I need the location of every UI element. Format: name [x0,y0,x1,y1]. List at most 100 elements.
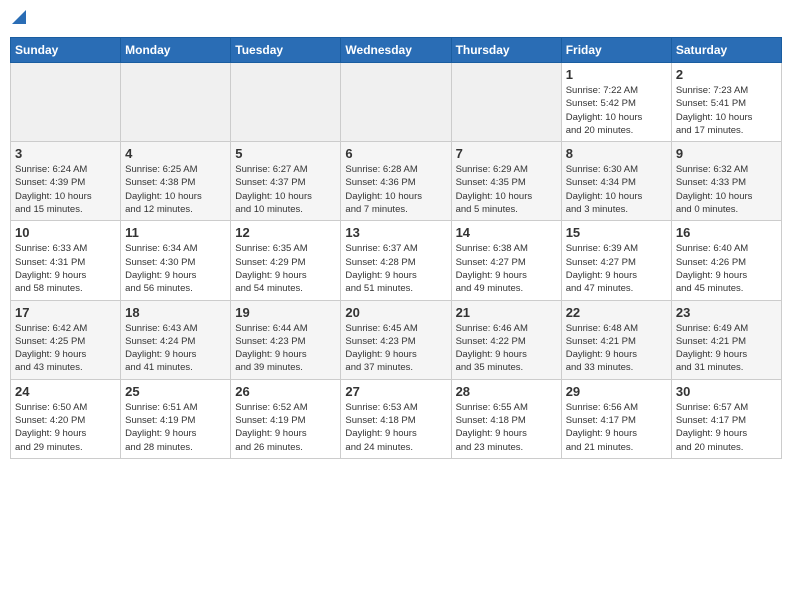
calendar-week-row: 3 Sunrise: 6:24 AM Sunset: 4:39 PM Daylig… [11,142,782,221]
calendar-day-cell: 7 Sunrise: 6:29 AM Sunset: 4:35 PM Daylig… [451,142,561,221]
day-info: Sunrise: 6:50 AM Sunset: 4:20 PM Dayligh… [15,401,116,454]
day-info: Sunrise: 6:34 AM Sunset: 4:30 PM Dayligh… [125,242,226,295]
day-info: Sunrise: 6:43 AM Sunset: 4:24 PM Dayligh… [125,322,226,375]
calendar-day-cell: 22Sunrise: 6:48 AM Sunset: 4:21 PM Dayli… [561,300,671,379]
day-number: 23 [676,305,777,320]
calendar-week-row: 17 Sunrise: 6:42 AM Sunset: 4:25 PM Dayli… [11,300,782,379]
calendar-day-cell: 21Sunrise: 6:46 AM Sunset: 4:22 PM Dayli… [451,300,561,379]
calendar-day-cell [121,63,231,142]
day-info: Sunrise: 6:40 AM Sunset: 4:26 PM Dayligh… [676,242,777,295]
calendar-week-row: 10 Sunrise: 6:33 AM Sunset: 4:31 PM Dayli… [11,221,782,300]
day-number: 10 [15,225,116,240]
day-number: 20 [345,305,446,320]
calendar-day-cell: 10 Sunrise: 6:33 AM Sunset: 4:31 PM Dayli… [11,221,121,300]
weekday-header: Monday [121,38,231,63]
day-number: 14 [456,225,557,240]
day-number: 7 [456,146,557,161]
day-number: 13 [345,225,446,240]
weekday-header: Thursday [451,38,561,63]
calendar-day-cell: 18 Sunrise: 6:43 AM Sunset: 4:24 PM Dayli… [121,300,231,379]
logo-triangle-icon [12,10,26,29]
calendar-day-cell: 25 Sunrise: 6:51 AM Sunset: 4:19 PM Dayli… [121,379,231,458]
day-number: 25 [125,384,226,399]
day-number: 22 [566,305,667,320]
day-number: 4 [125,146,226,161]
calendar-day-cell: 24 Sunrise: 6:50 AM Sunset: 4:20 PM Dayli… [11,379,121,458]
weekday-header: Sunday [11,38,121,63]
calendar-day-cell: 26Sunrise: 6:52 AM Sunset: 4:19 PM Dayli… [231,379,341,458]
calendar-day-cell [341,63,451,142]
calendar-week-row: 24 Sunrise: 6:50 AM Sunset: 4:20 PM Dayli… [11,379,782,458]
day-info: Sunrise: 6:29 AM Sunset: 4:35 PM Dayligh… [456,163,557,216]
calendar-day-cell: 19 Sunrise: 6:44 AM Sunset: 4:23 PM Dayli… [231,300,341,379]
day-number: 9 [676,146,777,161]
calendar-day-cell: 12 Sunrise: 6:35 AM Sunset: 4:29 PM Dayli… [231,221,341,300]
day-info: Sunrise: 6:45 AM Sunset: 4:23 PM Dayligh… [345,322,446,375]
day-number: 12 [235,225,336,240]
day-info: Sunrise: 6:33 AM Sunset: 4:31 PM Dayligh… [15,242,116,295]
logo [10,10,26,29]
day-number: 24 [15,384,116,399]
day-info: Sunrise: 6:56 AM Sunset: 4:17 PM Dayligh… [566,401,667,454]
day-info: Sunrise: 6:24 AM Sunset: 4:39 PM Dayligh… [15,163,116,216]
calendar-day-cell: 28 Sunrise: 6:55 AM Sunset: 4:18 PM Dayli… [451,379,561,458]
day-info: Sunrise: 6:39 AM Sunset: 4:27 PM Dayligh… [566,242,667,295]
day-number: 1 [566,67,667,82]
calendar-day-cell: 11 Sunrise: 6:34 AM Sunset: 4:30 PM Dayli… [121,221,231,300]
calendar-day-cell: 16 Sunrise: 6:40 AM Sunset: 4:26 PM Dayli… [671,221,781,300]
day-number: 16 [676,225,777,240]
day-number: 8 [566,146,667,161]
calendar-day-cell: 17 Sunrise: 6:42 AM Sunset: 4:25 PM Dayli… [11,300,121,379]
calendar-day-cell: 9Sunrise: 6:32 AM Sunset: 4:33 PM Daylig… [671,142,781,221]
day-info: Sunrise: 6:28 AM Sunset: 4:36 PM Dayligh… [345,163,446,216]
calendar-day-cell [11,63,121,142]
weekday-header: Friday [561,38,671,63]
day-number: 17 [15,305,116,320]
day-info: Sunrise: 6:49 AM Sunset: 4:21 PM Dayligh… [676,322,777,375]
day-info: Sunrise: 6:44 AM Sunset: 4:23 PM Dayligh… [235,322,336,375]
weekday-header: Saturday [671,38,781,63]
day-number: 18 [125,305,226,320]
day-info: Sunrise: 7:23 AM Sunset: 5:41 PM Dayligh… [676,84,777,137]
day-info: Sunrise: 6:57 AM Sunset: 4:17 PM Dayligh… [676,401,777,454]
day-number: 5 [235,146,336,161]
day-info: Sunrise: 6:52 AM Sunset: 4:19 PM Dayligh… [235,401,336,454]
day-info: Sunrise: 6:30 AM Sunset: 4:34 PM Dayligh… [566,163,667,216]
day-info: Sunrise: 6:35 AM Sunset: 4:29 PM Dayligh… [235,242,336,295]
day-info: Sunrise: 6:25 AM Sunset: 4:38 PM Dayligh… [125,163,226,216]
day-number: 19 [235,305,336,320]
weekday-header: Tuesday [231,38,341,63]
calendar-day-cell: 27 Sunrise: 6:53 AM Sunset: 4:18 PM Dayli… [341,379,451,458]
calendar-table: SundayMondayTuesdayWednesdayThursdayFrid… [10,37,782,459]
calendar-day-cell: 6Sunrise: 6:28 AM Sunset: 4:36 PM Daylig… [341,142,451,221]
day-info: Sunrise: 6:55 AM Sunset: 4:18 PM Dayligh… [456,401,557,454]
day-info: Sunrise: 6:27 AM Sunset: 4:37 PM Dayligh… [235,163,336,216]
calendar-day-cell: 23 Sunrise: 6:49 AM Sunset: 4:21 PM Dayli… [671,300,781,379]
calendar-day-cell [231,63,341,142]
day-number: 27 [345,384,446,399]
day-number: 29 [566,384,667,399]
day-info: Sunrise: 6:37 AM Sunset: 4:28 PM Dayligh… [345,242,446,295]
calendar-day-cell: 13 Sunrise: 6:37 AM Sunset: 4:28 PM Dayli… [341,221,451,300]
calendar-day-cell [451,63,561,142]
day-info: Sunrise: 7:22 AM Sunset: 5:42 PM Dayligh… [566,84,667,137]
calendar-day-cell: 30 Sunrise: 6:57 AM Sunset: 4:17 PM Dayli… [671,379,781,458]
calendar-day-cell: 3 Sunrise: 6:24 AM Sunset: 4:39 PM Daylig… [11,142,121,221]
calendar-day-cell: 1 Sunrise: 7:22 AM Sunset: 5:42 PM Daylig… [561,63,671,142]
day-number: 3 [15,146,116,161]
calendar-day-cell: 15 Sunrise: 6:39 AM Sunset: 4:27 PM Dayli… [561,221,671,300]
day-number: 28 [456,384,557,399]
day-info: Sunrise: 6:38 AM Sunset: 4:27 PM Dayligh… [456,242,557,295]
day-info: Sunrise: 6:53 AM Sunset: 4:18 PM Dayligh… [345,401,446,454]
day-number: 30 [676,384,777,399]
day-number: 2 [676,67,777,82]
day-info: Sunrise: 6:42 AM Sunset: 4:25 PM Dayligh… [15,322,116,375]
day-number: 15 [566,225,667,240]
calendar-day-cell: 20 Sunrise: 6:45 AM Sunset: 4:23 PM Dayli… [341,300,451,379]
day-number: 11 [125,225,226,240]
calendar-week-row: 1 Sunrise: 7:22 AM Sunset: 5:42 PM Daylig… [11,63,782,142]
day-number: 21 [456,305,557,320]
day-info: Sunrise: 6:51 AM Sunset: 4:19 PM Dayligh… [125,401,226,454]
weekday-header-row: SundayMondayTuesdayWednesdayThursdayFrid… [11,38,782,63]
calendar-day-cell: 2 Sunrise: 7:23 AM Sunset: 5:41 PM Daylig… [671,63,781,142]
